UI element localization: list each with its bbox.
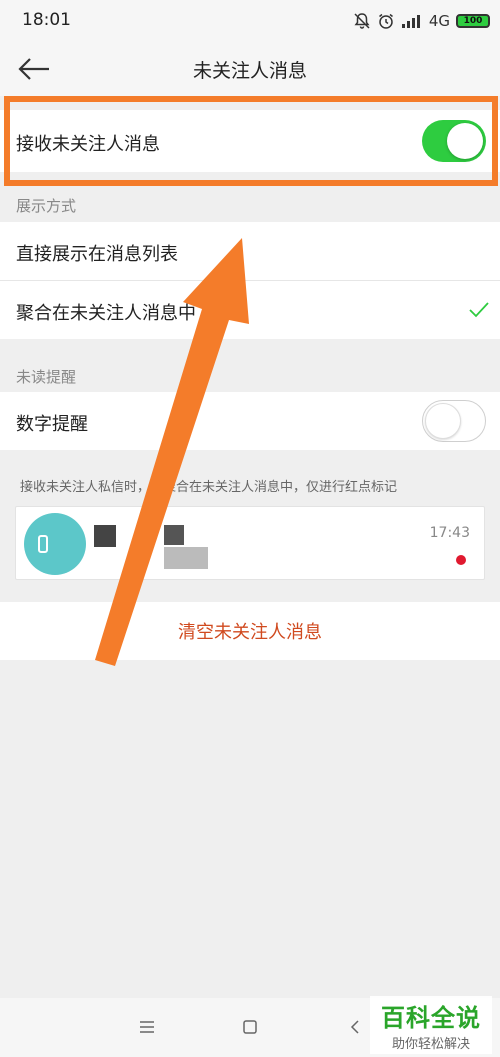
section-label-unread: 未读提醒 — [16, 368, 77, 386]
status-bar: 18:01 4G 100 — [0, 0, 500, 42]
network-label: 4G — [428, 12, 450, 30]
receive-messages-label: 接收未关注人消息 — [16, 134, 160, 155]
preview-card: 17:43 — [15, 506, 485, 580]
page-title: 未关注人消息 — [192, 60, 307, 82]
message-time: 17:43 — [429, 525, 470, 541]
menu-icon — [140, 1021, 154, 1033]
receive-messages-row[interactable]: 接收未关注人消息 — [0, 110, 500, 172]
clear-messages-button[interactable]: 清空未关注人消息 — [0, 602, 500, 660]
unread-dot — [456, 555, 466, 565]
bell-muted-icon — [354, 13, 370, 29]
arrow-left-icon — [18, 58, 49, 80]
blurred-name — [164, 525, 184, 545]
option-show-in-list-label: 直接展示在消息列表 — [16, 244, 178, 265]
checkmark-icon — [469, 302, 489, 318]
battery-icon: 100 — [456, 14, 490, 28]
section-label-display-mode: 展示方式 — [16, 197, 77, 215]
nav-back-button[interactable] — [338, 1012, 372, 1042]
avatar — [24, 513, 86, 575]
alarm-icon — [378, 13, 393, 29]
preview-note: 接收未关注人私信时，将聚合在未关注人消息中，仅进行红点标记 — [20, 480, 398, 495]
option-aggregate-label: 聚合在未关注人消息中 — [16, 303, 196, 324]
clear-messages-label: 清空未关注人消息 — [178, 622, 322, 643]
status-icons: 4G 100 — [353, 10, 490, 32]
option-show-in-list[interactable]: 直接展示在消息列表 — [0, 222, 500, 280]
blurred-message — [164, 547, 208, 569]
signal-icon — [401, 15, 420, 28]
toggle-knob — [447, 123, 483, 159]
menu-button[interactable] — [130, 1012, 164, 1042]
chevron-left-icon — [350, 1020, 359, 1034]
toggle-knob — [425, 403, 461, 439]
watermark-title: 百科全说 — [381, 1004, 481, 1032]
watermark: 百科全说 助你轻松解决 — [370, 996, 492, 1054]
square-home-icon — [243, 1020, 257, 1034]
home-button[interactable] — [233, 1012, 267, 1042]
back-button[interactable] — [14, 52, 54, 86]
receive-messages-toggle[interactable] — [422, 120, 486, 162]
header: 未关注人消息 — [0, 42, 500, 96]
blurred-name — [94, 525, 116, 547]
avatar-glyph — [38, 535, 48, 553]
option-aggregate[interactable]: 聚合在未关注人消息中 — [0, 281, 500, 339]
digit-reminder-row[interactable]: 数字提醒 — [0, 392, 500, 450]
battery-level: 100 — [463, 16, 483, 26]
watermark-subtitle: 助你轻松解决 — [391, 1037, 470, 1052]
digit-reminder-toggle[interactable] — [422, 400, 486, 442]
status-time: 18:01 — [22, 10, 71, 30]
digit-reminder-label: 数字提醒 — [16, 414, 88, 435]
